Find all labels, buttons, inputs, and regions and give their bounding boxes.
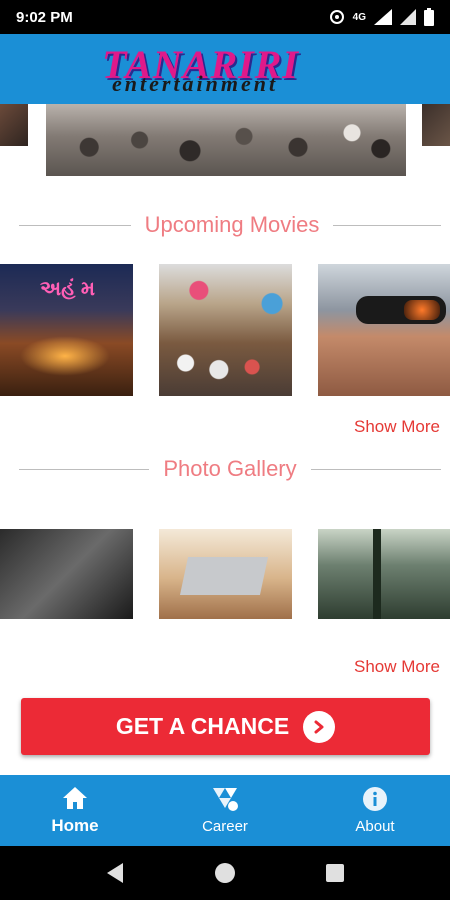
banner-carousel[interactable] [0, 104, 450, 179]
get-a-chance-button[interactable]: GET A CHANCE [21, 698, 430, 755]
photo-gallery-title: Photo Gallery [163, 456, 297, 481]
divider-line [18, 224, 131, 226]
banner-next-slide[interactable] [422, 104, 450, 146]
divider-line [310, 468, 441, 470]
banner-prev-slide[interactable] [0, 104, 28, 146]
home-icon [63, 786, 87, 809]
signal-secondary-icon [400, 9, 416, 25]
photo-gallery-show-more-link[interactable]: Show More [354, 657, 440, 677]
status-bar: 9:02 PM 4G [0, 0, 450, 34]
arrow-right-circle-icon [303, 710, 336, 743]
movie-poster[interactable]: અહં મ [0, 264, 133, 396]
system-navigation-bar [0, 846, 450, 900]
battery-icon [424, 8, 434, 26]
get-a-chance-label: GET A CHANCE [115, 713, 290, 739]
movie-poster-caption: અહં મ [40, 278, 95, 300]
upcoming-movies-title: Upcoming Movies [144, 212, 320, 237]
photo-gallery-header: Photo Gallery [0, 456, 450, 482]
divider-line [19, 468, 150, 470]
nav-item-career[interactable]: Career [150, 775, 300, 846]
tanariri-logo[interactable]: TANARIRI entertainment [100, 39, 350, 99]
nav-item-home[interactable]: Home [0, 775, 150, 846]
upcoming-movies-header: Upcoming Movies [0, 212, 450, 238]
gallery-photo[interactable] [0, 529, 133, 619]
data-saver-icon [329, 10, 344, 24]
nav-label-home: Home [51, 815, 99, 835]
nav-label-about: About [355, 818, 395, 835]
nav-label-career: Career [202, 818, 248, 835]
app-bar: TANARIRI entertainment [0, 34, 450, 104]
status-time: 9:02 PM [16, 8, 73, 26]
movie-poster[interactable] [159, 264, 292, 396]
logo-sub-text: entertainment [112, 71, 279, 96]
info-icon [363, 787, 387, 811]
signal-icon [374, 9, 392, 25]
recents-icon[interactable] [325, 863, 345, 883]
bottom-navigation: Home Career About [0, 775, 450, 846]
status-icons: 4G [329, 8, 434, 26]
home-circle-icon[interactable] [214, 862, 236, 884]
nav-item-about[interactable]: About [300, 775, 450, 846]
network-type-label: 4G [352, 11, 366, 23]
career-icon [213, 788, 238, 811]
back-icon[interactable] [105, 862, 125, 884]
movie-poster[interactable] [318, 264, 450, 396]
upcoming-movies-show-more-link[interactable]: Show More [354, 417, 440, 437]
divider-line [333, 224, 442, 226]
banner-image[interactable] [46, 104, 406, 176]
gallery-photo[interactable] [159, 529, 292, 619]
upcoming-movies-list: અહં મ [0, 264, 450, 396]
gallery-photo[interactable] [318, 529, 450, 619]
photo-gallery-list [0, 529, 450, 619]
